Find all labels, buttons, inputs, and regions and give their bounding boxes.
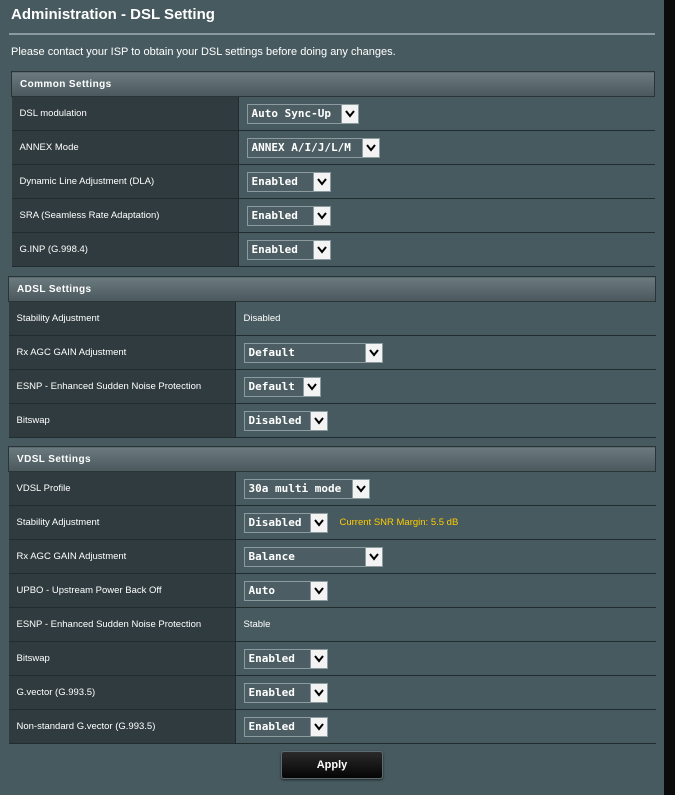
title-divider <box>9 33 655 35</box>
chevron-down-icon <box>364 547 382 566</box>
setting-label: Rx AGC GAIN Adjustment <box>8 335 236 370</box>
setting-row-adsl-stability: Stability Adjustment Disabled <box>8 301 656 336</box>
setting-label: ESNP - Enhanced Sudden Noise Protection <box>8 369 236 404</box>
chevron-down-icon <box>309 683 327 702</box>
chevron-down-icon <box>309 717 327 736</box>
setting-row-vdsl-profile: VDSL Profile 30a multi mode <box>8 471 656 506</box>
dsl-setting-panel: Administration - DSL Setting Please cont… <box>0 0 664 795</box>
chevron-down-icon <box>309 411 327 430</box>
vdsl-rx-agc-select[interactable]: Balance <box>243 546 383 567</box>
dsl-modulation-select[interactable]: Auto Sync-Up <box>246 103 359 124</box>
vdsl-settings-table: VDSL Settings VDSL Profile 30a multi mod… <box>8 446 656 744</box>
setting-row-adsl-bitswap: Bitswap Disabled <box>8 403 656 438</box>
setting-row-vdsl-esnp: ESNP - Enhanced Sudden Noise Protection … <box>8 607 656 642</box>
setting-label: G.vector (G.993.5) <box>8 675 236 710</box>
adsl-esnp-select[interactable]: Default <box>243 376 321 397</box>
chevron-down-icon <box>309 513 327 532</box>
setting-row-dla: Dynamic Line Adjustment (DLA) Enabled <box>11 164 655 199</box>
setting-label: Dynamic Line Adjustment (DLA) <box>11 164 239 199</box>
vdsl-profile-select[interactable]: 30a multi mode <box>243 478 370 499</box>
vdsl-bitswap-select[interactable]: Enabled <box>243 648 328 669</box>
setting-label: G.INP (G.998.4) <box>11 232 239 267</box>
annex-mode-select[interactable]: ANNEX A/I/J/L/M <box>246 137 380 158</box>
setting-label: ANNEX Mode <box>11 130 239 165</box>
section-header-adsl: ADSL Settings <box>8 276 656 302</box>
chevron-down-icon <box>364 343 382 362</box>
setting-label: Non-standard G.vector (G.993.5) <box>8 709 236 744</box>
setting-label: ESNP - Enhanced Sudden Noise Protection <box>8 607 236 642</box>
setting-label: Bitswap <box>8 403 236 438</box>
vdsl-stability-select[interactable]: Disabled <box>243 512 328 533</box>
setting-label: UPBO - Upstream Power Back Off <box>8 573 236 608</box>
setting-row-vdsl-nonstd-gvector: Non-standard G.vector (G.993.5) Enabled <box>8 709 656 744</box>
setting-row-adsl-rx-agc: Rx AGC GAIN Adjustment Default <box>8 335 656 370</box>
setting-row-annex-mode: ANNEX Mode ANNEX A/I/J/L/M <box>11 130 655 165</box>
vdsl-nonstd-gvector-select[interactable]: Enabled <box>243 716 328 737</box>
setting-label: Bitswap <box>8 641 236 676</box>
sra-select[interactable]: Enabled <box>246 205 331 226</box>
vdsl-esnp-value: Stable <box>243 619 271 630</box>
section-header-vdsl: VDSL Settings <box>8 446 656 472</box>
vdsl-upbo-select[interactable]: Auto <box>243 580 328 601</box>
chevron-down-icon <box>309 649 327 668</box>
chevron-down-icon <box>340 104 358 123</box>
setting-label: Stability Adjustment <box>8 301 236 336</box>
apply-button[interactable]: Apply <box>281 751 383 779</box>
adsl-bitswap-select[interactable]: Disabled <box>243 410 328 431</box>
chevron-down-icon <box>312 240 330 259</box>
setting-row-dsl-modulation: DSL modulation Auto Sync-Up <box>11 96 655 131</box>
chevron-down-icon <box>312 206 330 225</box>
setting-row-sra: SRA (Seamless Rate Adaptation) Enabled <box>11 198 655 233</box>
snr-margin-note: Current SNR Margin: 5.5 dB <box>339 517 459 528</box>
setting-row-vdsl-gvector: G.vector (G.993.5) Enabled <box>8 675 656 710</box>
page-title: Administration - DSL Setting <box>11 6 215 23</box>
setting-row-vdsl-upbo: UPBO - Upstream Power Back Off Auto <box>8 573 656 608</box>
setting-row-vdsl-stability: Stability Adjustment Disabled Current SNR… <box>8 505 656 540</box>
setting-label: Stability Adjustment <box>8 505 236 540</box>
dla-select[interactable]: Enabled <box>246 171 331 192</box>
adsl-rx-agc-select[interactable]: Default <box>243 342 383 363</box>
adsl-settings-table: ADSL Settings Stability Adjustment Disab… <box>8 276 656 438</box>
chevron-down-icon <box>312 172 330 191</box>
setting-row-ginp: G.INP (G.998.4) Enabled <box>11 232 655 267</box>
setting-row-vdsl-bitswap: Bitswap Enabled <box>8 641 656 676</box>
ginp-select[interactable]: Enabled <box>246 239 331 260</box>
chevron-down-icon <box>351 479 369 498</box>
chevron-down-icon <box>302 377 320 396</box>
isp-notice: Please contact your ISP to obtain your D… <box>11 46 396 58</box>
setting-label: VDSL Profile <box>8 471 236 506</box>
chevron-down-icon <box>309 581 327 600</box>
setting-row-vdsl-rx-agc: Rx AGC GAIN Adjustment Balance <box>8 539 656 574</box>
right-edge-bar <box>664 0 675 795</box>
common-settings-table: Common Settings DSL modulation Auto Sync… <box>11 71 655 267</box>
chevron-down-icon <box>361 138 379 157</box>
setting-label: DSL modulation <box>11 96 239 131</box>
setting-row-adsl-esnp: ESNP - Enhanced Sudden Noise Protection … <box>8 369 656 404</box>
section-header-common: Common Settings <box>11 71 655 97</box>
setting-label: SRA (Seamless Rate Adaptation) <box>11 198 239 233</box>
setting-label: Rx AGC GAIN Adjustment <box>8 539 236 574</box>
adsl-stability-value: Disabled <box>243 313 281 324</box>
vdsl-gvector-select[interactable]: Enabled <box>243 682 328 703</box>
